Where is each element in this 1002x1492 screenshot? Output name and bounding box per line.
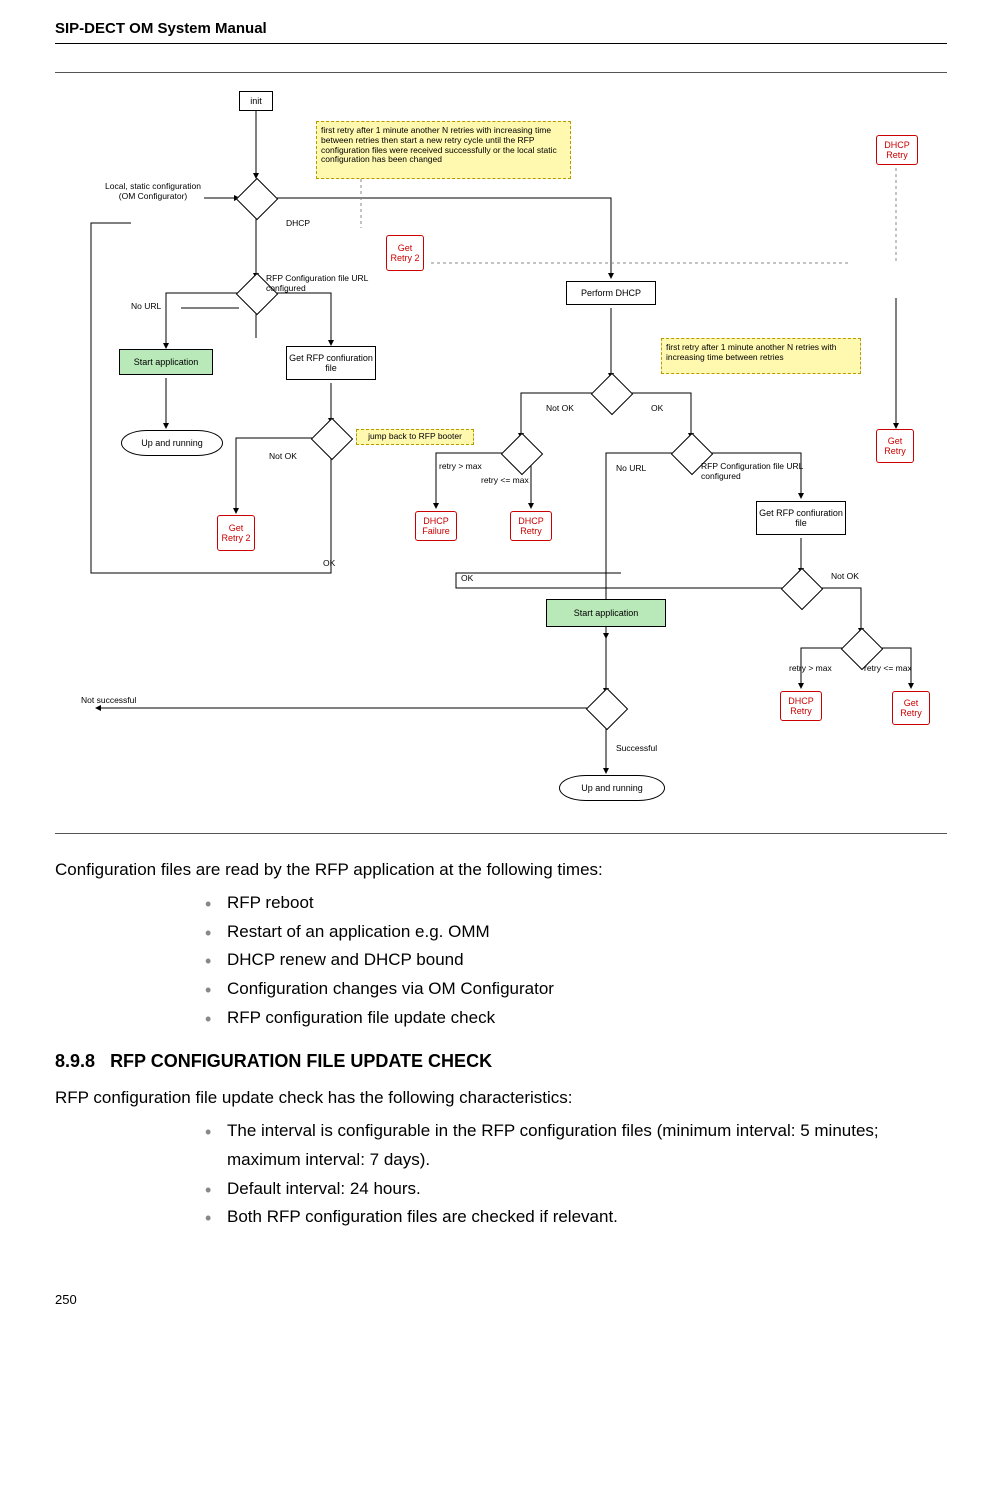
list-item: RFP configuration file update check [205, 1004, 947, 1033]
node-start-app-2: Start application [546, 599, 666, 627]
paragraph-2: RFP configuration file update check has … [55, 1086, 947, 1111]
note-1: first retry after 1 minute another N ret… [316, 121, 571, 179]
label-retry-gt-1: retry > max [439, 461, 482, 471]
label-ok-3: OK [461, 573, 473, 583]
list-item: Default interval: 24 hours. [205, 1175, 947, 1204]
label-retry-le-2: retry <= max [864, 663, 912, 673]
node-get-rfp-2: Get RFP confiuration file [756, 501, 846, 535]
label-no-url-2: No URL [616, 463, 646, 473]
list-item: DHCP renew and DHCP bound [205, 946, 947, 975]
node-get-rfp-1: Get RFP confiuration file [286, 346, 376, 380]
paragraph-1: Configuration files are read by the RFP … [55, 858, 947, 883]
node-up-running-1: Up and running [121, 430, 223, 456]
label-retry-gt-2: retry > max [789, 663, 832, 673]
label-not-ok-2: Not OK [546, 403, 574, 413]
node-get-retry-br: Get Retry [892, 691, 930, 725]
label-dhcp: DHCP [286, 218, 310, 228]
label-ok-2: OK [651, 403, 663, 413]
node-get-retry-right: Get Retry [876, 429, 914, 463]
label-not-successful: Not successful [81, 695, 136, 705]
page-header-title: SIP-DECT OM System Manual [55, 20, 947, 37]
node-perform-dhcp: Perform DHCP [566, 281, 656, 305]
flowchart: init Local, static configuration (OM Con… [61, 83, 941, 823]
label-no-url: No URL [131, 301, 161, 311]
label-not-ok-1: Not OK [269, 451, 297, 461]
section-heading: 8.9.8 RFP CONFIGURATION FILE UPDATE CHEC… [55, 1051, 947, 1072]
section-title: RFP CONFIGURATION FILE UPDATE CHECK [110, 1051, 492, 1071]
list-item: Restart of an application e.g. OMM [205, 918, 947, 947]
node-dhcp-retry-top: DHCP Retry [876, 135, 918, 165]
node-up-running-2: Up and running [559, 775, 665, 801]
label-successful: Successful [616, 743, 657, 753]
node-get-retry2-mid: Get Retry 2 [217, 515, 255, 551]
flowchart-container: init Local, static configuration (OM Con… [55, 72, 947, 834]
page-number: 250 [55, 1292, 947, 1307]
label-rfp-url: RFP Configuration file URL configured [266, 273, 376, 293]
node-get-retry2-top: Get Retry 2 [386, 235, 424, 271]
node-dhcp-failure: DHCP Failure [415, 511, 457, 541]
note-jump-back: jump back to RFP booter [356, 429, 474, 445]
label-local-static: Local, static configuration (OM Configur… [103, 181, 203, 201]
list-item: Configuration changes via OM Configurato… [205, 975, 947, 1004]
list-item: RFP reboot [205, 889, 947, 918]
node-dhcp-retry-br: DHCP Retry [780, 691, 822, 721]
list-item: Both RFP configuration files are checked… [205, 1203, 947, 1232]
note-2: first retry after 1 minute another N ret… [661, 338, 861, 374]
label-retry-le-1: retry <= max [481, 475, 529, 485]
node-init: init [239, 91, 273, 111]
node-dhcp-retry-mid: DHCP Retry [510, 511, 552, 541]
label-rfp-url-2: RFP Configuration file URL configured [701, 461, 811, 481]
bullet-list-2: The interval is configurable in the RFP … [55, 1117, 947, 1233]
label-not-ok-3: Not OK [831, 571, 859, 581]
list-item: The interval is configurable in the RFP … [205, 1117, 947, 1175]
section-number: 8.9.8 [55, 1051, 95, 1071]
node-start-app-1: Start application [119, 349, 213, 375]
label-ok-1: OK [323, 558, 335, 568]
bullet-list-1: RFP reboot Restart of an application e.g… [55, 889, 947, 1033]
header-rule [55, 43, 947, 44]
